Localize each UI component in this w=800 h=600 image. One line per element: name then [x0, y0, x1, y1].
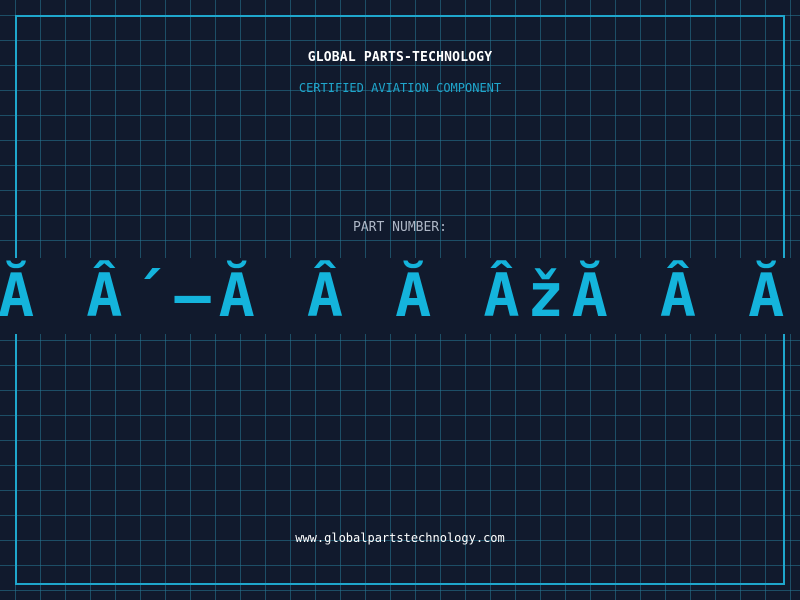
company-name: GLOBAL PARTS-TECHNOLOGY: [307, 50, 493, 65]
part-number-band: Ă Â´—Ă Â Ă ÂžĂ Â Ă: [0, 258, 800, 334]
certification-text: CERTIFIED AVIATION COMPONENT: [298, 81, 502, 95]
website-link[interactable]: www.globalpartstechnology.com: [0, 531, 800, 545]
part-number-value: Ă Â´—Ă Â Ă ÂžĂ Â Ă: [0, 261, 793, 331]
part-number-label: PART NUMBER:: [353, 220, 447, 235]
